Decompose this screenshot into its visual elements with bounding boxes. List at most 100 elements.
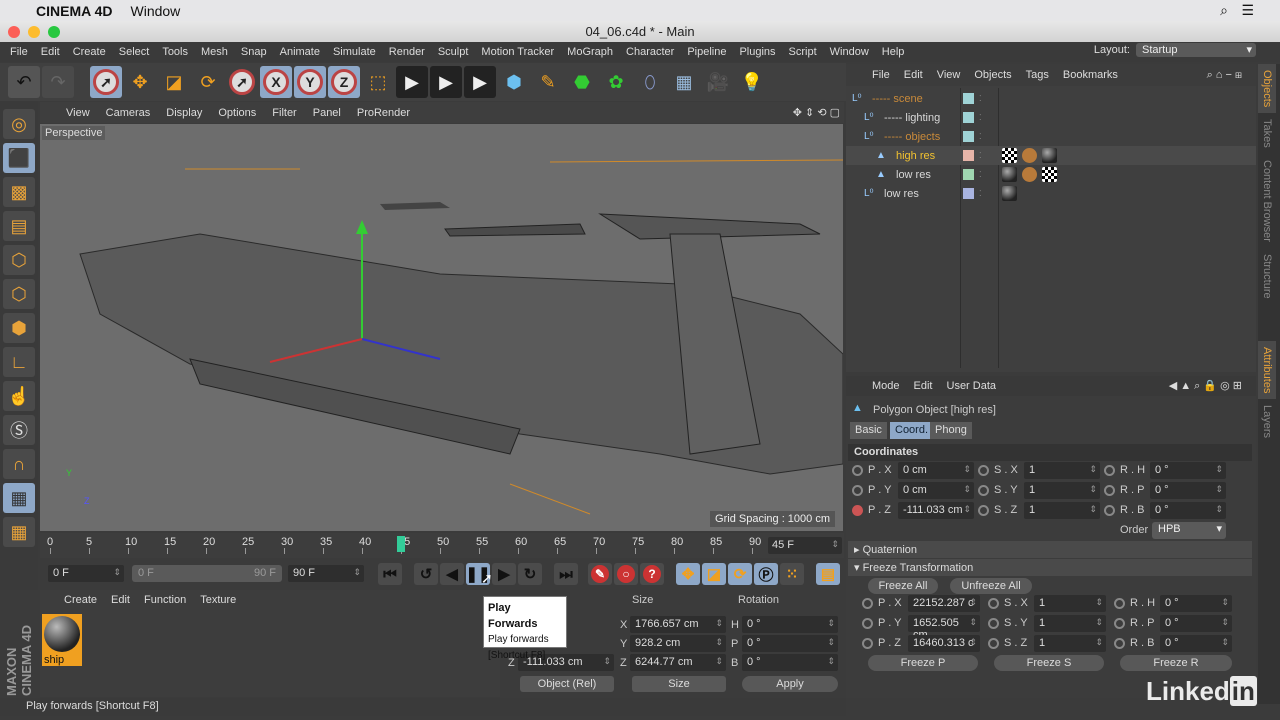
magnet-icon[interactable]: ∩	[3, 449, 35, 479]
coord-field[interactable]: -111.033 cm	[898, 502, 974, 519]
texture-mode-icon[interactable]: ▩	[3, 177, 35, 207]
attr-nav-icons[interactable]: ◀ ▲ ⌕ 🔒 ◎ ⊞	[1169, 379, 1242, 393]
viewport-menu-display[interactable]: Display	[166, 107, 202, 119]
rotation-p-field[interactable]: 0 °	[742, 635, 838, 652]
axis-mode-icon[interactable]: ∟	[3, 347, 35, 377]
object-row[interactable]: ▲ low res ⁚	[846, 165, 1256, 184]
coord-field[interactable]: 1	[1024, 502, 1100, 519]
attr-tab-coord[interactable]: Coord.	[890, 422, 934, 439]
freeze-animate-radio[interactable]	[1114, 638, 1125, 649]
scale-icon[interactable]: ◪	[158, 66, 190, 98]
viewport-menu-panel[interactable]: Panel	[313, 107, 341, 119]
freeze-animate-radio[interactable]	[988, 618, 999, 629]
rotate-icon[interactable]: ⟳	[192, 66, 224, 98]
model-mode-icon[interactable]: ⬛	[3, 143, 35, 173]
floor-icon[interactable]: ▦	[668, 66, 700, 98]
checker-tag-icon[interactable]	[1042, 167, 1057, 182]
current-frame-field[interactable]: 45 F	[768, 537, 842, 554]
pen-icon[interactable]: ✎	[532, 66, 564, 98]
viewport[interactable]: YZ Perspective Grid Spacing : 1000 cm	[40, 124, 843, 531]
freeze-coord-field[interactable]: 1652.505 cm	[908, 615, 980, 641]
animate-radio[interactable]	[978, 465, 989, 476]
freeze-animate-radio[interactable]	[862, 598, 873, 609]
recent-tool-icon[interactable]: ➚	[226, 66, 258, 98]
coord-field[interactable]: 0 cm	[898, 462, 974, 479]
menu-motion-tracker[interactable]: Motion Tracker	[481, 46, 554, 58]
freeze-coord-field[interactable]: 0 °	[1160, 595, 1232, 612]
render-settings-icon[interactable]: ▶	[464, 66, 496, 98]
render-view-icon[interactable]: ▶	[396, 66, 428, 98]
rotation-b-field[interactable]: 0 °	[742, 654, 838, 671]
menu-snap[interactable]: Snap	[241, 46, 267, 58]
objects-menu-tags[interactable]: Tags	[1026, 69, 1049, 81]
next-frame-icon[interactable]: ▶	[492, 563, 516, 585]
animate-radio[interactable]	[1104, 505, 1115, 516]
tweak-mode-icon[interactable]: ☝	[3, 381, 35, 411]
layer-color-swatch[interactable]	[963, 150, 974, 161]
animate-radio[interactable]	[1104, 485, 1115, 496]
coordinate-mode-dropdown[interactable]: Object (Rel)	[520, 676, 614, 692]
timeline[interactable]: 051015202530354045505560657075808590 45 …	[40, 533, 844, 558]
key-scale-icon[interactable]: ◪	[702, 563, 726, 585]
render-picture-viewer-icon[interactable]: ▶	[430, 66, 462, 98]
coord-field[interactable]: 0 cm	[898, 482, 974, 499]
freeze-r-button[interactable]: Freeze R	[1120, 655, 1232, 671]
playhead[interactable]	[397, 536, 405, 552]
cube-icon[interactable]: ⬢	[498, 66, 530, 98]
next-key-icon[interactable]: ↻	[518, 563, 542, 585]
coord-field[interactable]: 0 °	[1150, 502, 1226, 519]
visibility-dots[interactable]: ⁚	[979, 151, 982, 160]
attr-menu-user-data[interactable]: User Data	[947, 380, 997, 392]
quaternion-section[interactable]: ▸ Quaternion	[848, 541, 1252, 558]
menu-character[interactable]: Character	[626, 46, 674, 58]
x-axis-icon[interactable]: X	[260, 66, 292, 98]
freeze-section[interactable]: ▾ Freeze Transformation	[848, 559, 1252, 576]
key-pla-icon[interactable]: ⁙	[780, 563, 804, 585]
tab-objects[interactable]: Objects	[1258, 64, 1276, 114]
undo-icon[interactable]: ↶	[8, 66, 40, 98]
menu-script[interactable]: Script	[789, 46, 817, 58]
freeze-coord-field[interactable]: 16460.313 c	[908, 635, 980, 652]
rotation-h-field[interactable]: 0 °	[742, 616, 838, 633]
animate-radio[interactable]	[1104, 465, 1115, 476]
light-icon[interactable]: 💡	[736, 66, 768, 98]
freeze-animate-radio[interactable]	[1114, 618, 1125, 629]
object-row[interactable]: L⁰ ----- objects ⁚	[846, 127, 1256, 146]
objects-menu-view[interactable]: View	[937, 69, 961, 81]
go-to-end-icon[interactable]: ⏭	[554, 563, 578, 585]
unfreeze-all-button[interactable]: Unfreeze All	[950, 578, 1032, 594]
key-parameter-icon[interactable]: Ⓟ	[754, 563, 778, 585]
freeze-animate-radio[interactable]	[1114, 598, 1125, 609]
objects-menu-file[interactable]: File	[872, 69, 890, 81]
size-y-field[interactable]: 928.2 cm	[630, 635, 726, 652]
cloner-icon[interactable]: ✿	[600, 66, 632, 98]
live-selection-icon[interactable]: ➚	[90, 66, 122, 98]
tab-takes[interactable]: Takes	[1258, 113, 1276, 154]
material-menu-texture[interactable]: Texture	[200, 594, 236, 606]
size-z-field[interactable]: 6244.77 cm	[630, 654, 726, 671]
object-row[interactable]: L⁰ ----- scene ⁚	[846, 89, 1256, 108]
freeze-animate-radio[interactable]	[862, 618, 873, 629]
menu-render[interactable]: Render	[389, 46, 425, 58]
menu-create[interactable]: Create	[73, 46, 106, 58]
freeze-animate-radio[interactable]	[988, 598, 999, 609]
workplane-align-icon[interactable]: ▦	[3, 517, 35, 547]
phong-tag-icon[interactable]	[1022, 148, 1037, 163]
animate-radio[interactable]	[978, 485, 989, 496]
freeze-coord-field[interactable]: 1	[1034, 635, 1106, 652]
coord-field[interactable]: 0 °	[1150, 462, 1226, 479]
attr-tab-phong[interactable]: Phong	[930, 422, 972, 439]
deformer-icon[interactable]: ⬯	[634, 66, 666, 98]
apply-button[interactable]: Apply	[742, 676, 838, 692]
menu-tools[interactable]: Tools	[162, 46, 188, 58]
key-rotation-icon[interactable]: ⟳	[728, 563, 752, 585]
tab-structure[interactable]: Structure	[1258, 248, 1276, 305]
layer-color-swatch[interactable]	[963, 169, 974, 180]
make-editable-icon[interactable]: ◎	[3, 109, 35, 139]
object-row[interactable]: ▲ high res ⁚	[846, 146, 1256, 165]
polygons-mode-icon[interactable]: ⬢	[3, 313, 35, 343]
autokey-icon[interactable]: ○	[614, 563, 638, 585]
app-menu[interactable]: CINEMA 4D	[36, 3, 113, 19]
objects-menu-edit[interactable]: Edit	[904, 69, 923, 81]
coord-field[interactable]: 1	[1024, 462, 1100, 479]
